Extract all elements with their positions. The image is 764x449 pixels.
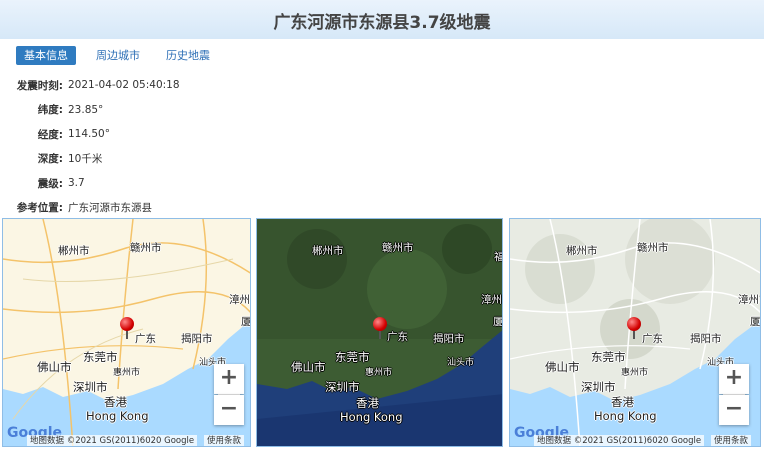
tab-bar: 基本信息 周边城市 历史地震 — [16, 46, 216, 65]
city-label: 赣州市 — [130, 242, 162, 254]
tab-history-quakes[interactable]: 历史地震 — [160, 46, 216, 65]
city-label: 厦 — [750, 316, 761, 328]
info-label: 深度: — [37, 153, 63, 166]
city-label: 东莞市 — [335, 350, 370, 364]
info-value: 10千米 — [68, 153, 103, 166]
city-label: 惠州市 — [621, 368, 649, 378]
info-label: 震级: — [37, 177, 63, 190]
map-road[interactable]: 郴州市 赣州市 漳州市 厦 广东 揭阳市 佛山市 东莞市 惠州市 汕头市 深圳市… — [2, 218, 251, 447]
city-label: 深圳市 — [73, 380, 108, 394]
city-label: Hong Kong — [594, 409, 657, 423]
terms-link[interactable]: 使用条款 — [204, 435, 245, 446]
map-marker-stem — [126, 330, 128, 339]
map-marker-icon[interactable] — [120, 317, 134, 331]
city-label: 厦 — [241, 316, 251, 328]
city-label: 汕头市 — [447, 358, 475, 368]
city-label: 深圳市 — [325, 380, 360, 394]
city-label: 佛山市 — [37, 360, 72, 374]
city-label: 漳州市 — [481, 294, 502, 306]
city-label: 广东 — [642, 333, 663, 345]
city-label: 东莞市 — [591, 350, 626, 364]
zoom-out-button[interactable]: − — [214, 395, 244, 425]
quake-info-panel: 发震时刻: 2021-04-02 05:40:18 纬度: 23.85° 经度:… — [0, 73, 400, 220]
info-label: 发震时刻: — [16, 79, 63, 92]
info-row-longitude: 经度: 114.50° — [0, 122, 400, 147]
info-label: 参考位置: — [16, 202, 63, 215]
city-label: 揭阳市 — [433, 333, 465, 345]
city-label: 惠州市 — [365, 368, 393, 378]
city-label: 广东 — [135, 333, 156, 345]
city-label: 赣州市 — [637, 242, 669, 254]
info-row-location: 参考位置: 广东河源市东源县 — [0, 196, 400, 221]
page-title: 广东河源市东源县3.7级地震 — [273, 13, 491, 33]
map-marker-icon[interactable] — [627, 317, 641, 331]
map-terrain[interactable]: 郴州市 赣州市 漳州市 厦 广东 揭阳市 佛山市 东莞市 惠州市 汕头市 深圳市… — [509, 218, 761, 447]
city-label: Hong Kong — [86, 409, 149, 423]
info-label: 纬度: — [37, 104, 63, 117]
zoom-in-button[interactable]: + — [214, 364, 244, 394]
city-label: 东莞市 — [83, 350, 118, 364]
map-satellite[interactable]: 郴州市 赣州市 福 漳州市 厦 广东 揭阳市 佛山市 东莞市 惠州市 汕头市 深… — [256, 218, 503, 447]
city-label: Hong Kong — [340, 410, 403, 424]
info-row-time: 发震时刻: 2021-04-02 05:40:18 — [0, 73, 400, 98]
info-row-depth: 深度: 10千米 — [0, 147, 400, 172]
map-attribution: 地图数据 ©2021 GS(2011)6020 Google — [27, 435, 198, 446]
terms-link[interactable]: 使用条款 — [711, 435, 752, 446]
city-label: 郴州市 — [58, 245, 90, 257]
city-label: 广东 — [387, 331, 408, 343]
page-header: 广东河源市东源县3.7级地震 — [0, 0, 764, 39]
info-row-latitude: 纬度: 23.85° — [0, 98, 400, 123]
tab-nearby-cities[interactable]: 周边城市 — [90, 46, 146, 65]
city-label: 揭阳市 — [690, 333, 722, 345]
city-label: 揭阳市 — [181, 333, 213, 345]
info-value: 114.50° — [68, 128, 110, 141]
map-marker-icon[interactable] — [373, 317, 387, 331]
city-label: 漳州市 — [738, 294, 760, 306]
city-label: 福 — [494, 249, 502, 264]
city-label: 香港 — [356, 396, 379, 410]
city-label: 惠州市 — [113, 368, 141, 378]
info-label: 经度: — [37, 128, 63, 141]
city-label: 厦 — [493, 316, 503, 328]
city-label: 香港 — [611, 395, 634, 409]
zoom-in-button[interactable]: + — [719, 364, 749, 394]
city-label: 佛山市 — [291, 360, 326, 374]
zoom-out-button[interactable]: − — [719, 395, 749, 425]
city-label: 赣州市 — [382, 242, 414, 254]
info-value: 23.85° — [68, 103, 104, 116]
tab-basic-info[interactable]: 基本信息 — [16, 46, 76, 65]
city-label: 郴州市 — [566, 245, 598, 257]
city-label: 香港 — [104, 395, 127, 409]
city-label: 佛山市 — [545, 360, 580, 374]
info-row-magnitude: 震级: 3.7 — [0, 171, 400, 196]
map-marker-stem — [633, 330, 635, 339]
city-label: 深圳市 — [581, 380, 616, 394]
city-label: 郴州市 — [312, 245, 344, 257]
city-label: 漳州市 — [229, 294, 250, 306]
info-value: 2021-04-02 05:40:18 — [68, 79, 180, 92]
info-value: 广东河源市东源县 — [68, 202, 152, 215]
map-marker-stem — [379, 330, 381, 339]
map-attribution: 地图数据 ©2021 GS(2011)6020 Google — [534, 435, 705, 446]
info-value: 3.7 — [68, 177, 85, 190]
